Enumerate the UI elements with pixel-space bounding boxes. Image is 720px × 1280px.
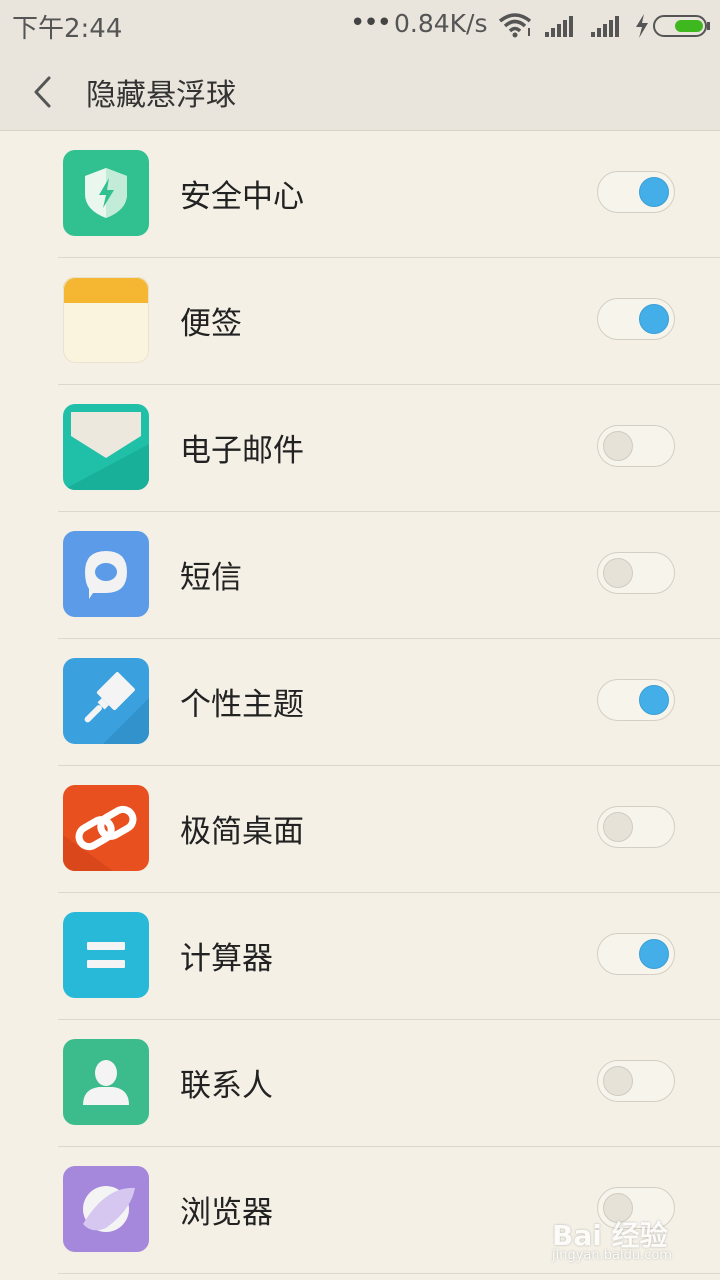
link-icon xyxy=(63,785,149,871)
list-item[interactable]: 极简桌面 xyxy=(0,766,720,893)
toggle-knob xyxy=(639,177,669,207)
app-label: 极简桌面 xyxy=(180,814,304,850)
notes-icon xyxy=(63,277,149,363)
toggle-knob xyxy=(603,558,633,588)
status-time: 下午2:44 xyxy=(12,14,123,44)
app-label: 计算器 xyxy=(180,941,273,977)
app-label: 联系人 xyxy=(180,1068,273,1104)
hide-toggle[interactable] xyxy=(597,679,675,721)
list-item[interactable]: 计算器 xyxy=(0,893,720,1020)
app-label: 安全中心 xyxy=(180,179,304,215)
toggle-knob xyxy=(603,431,633,461)
list-item[interactable]: 联系人 xyxy=(0,1020,720,1147)
back-button[interactable] xyxy=(22,72,66,112)
mail-icon xyxy=(63,404,149,490)
hide-toggle[interactable] xyxy=(597,171,675,213)
chevron-left-icon xyxy=(34,76,51,108)
toggle-knob xyxy=(603,812,633,842)
app-label: 个性主题 xyxy=(180,687,304,723)
more-dots-icon: ••• xyxy=(350,8,392,38)
signal-icon xyxy=(545,16,573,37)
charge-icon xyxy=(636,14,648,38)
list-item[interactable]: 便签 xyxy=(0,258,720,385)
equals-icon xyxy=(63,912,149,998)
list-item[interactable]: 电子邮件 xyxy=(0,385,720,512)
toggle-knob xyxy=(639,685,669,715)
app-label: 浏览器 xyxy=(180,1195,273,1231)
list-item[interactable]: 安全中心 xyxy=(0,131,720,258)
watermark-url: jingyan.baidu.com xyxy=(552,1248,672,1263)
app-list: 安全中心 便签 电子邮件 短信 个性主题 极简桌面 计算器 联系人 浏览器 xyxy=(0,131,720,1274)
app-label: 便签 xyxy=(180,306,242,342)
hide-toggle[interactable] xyxy=(597,933,675,975)
hide-toggle[interactable] xyxy=(597,298,675,340)
toggle-knob xyxy=(639,939,669,969)
battery-icon xyxy=(653,15,710,37)
person-icon xyxy=(63,1039,149,1125)
title-bar: 隐藏悬浮球 xyxy=(0,52,720,131)
network-speed: 0.84K/s xyxy=(394,9,488,38)
list-item[interactable]: 短信 xyxy=(0,512,720,639)
divider xyxy=(58,1273,720,1274)
toggle-knob xyxy=(603,1066,633,1096)
shield-icon xyxy=(63,150,149,236)
status-bar: 下午2:44 ••• 0.84K/s xyxy=(0,0,720,52)
brush-icon xyxy=(63,658,149,744)
signal-icon xyxy=(591,16,619,37)
page-title: 隐藏悬浮球 xyxy=(86,78,236,113)
hide-toggle[interactable] xyxy=(597,1060,675,1102)
hide-toggle[interactable] xyxy=(597,425,675,467)
toggle-knob xyxy=(639,304,669,334)
wifi-icon xyxy=(498,13,532,38)
app-label: 短信 xyxy=(180,560,242,596)
hide-toggle[interactable] xyxy=(597,552,675,594)
list-item[interactable]: 个性主题 xyxy=(0,639,720,766)
app-label: 电子邮件 xyxy=(180,433,304,469)
hide-toggle[interactable] xyxy=(597,806,675,848)
baidu-watermark: Bai 经验 jingyan.baidu.com xyxy=(552,1214,672,1263)
planet-icon xyxy=(63,1166,149,1252)
message-icon xyxy=(63,531,149,617)
